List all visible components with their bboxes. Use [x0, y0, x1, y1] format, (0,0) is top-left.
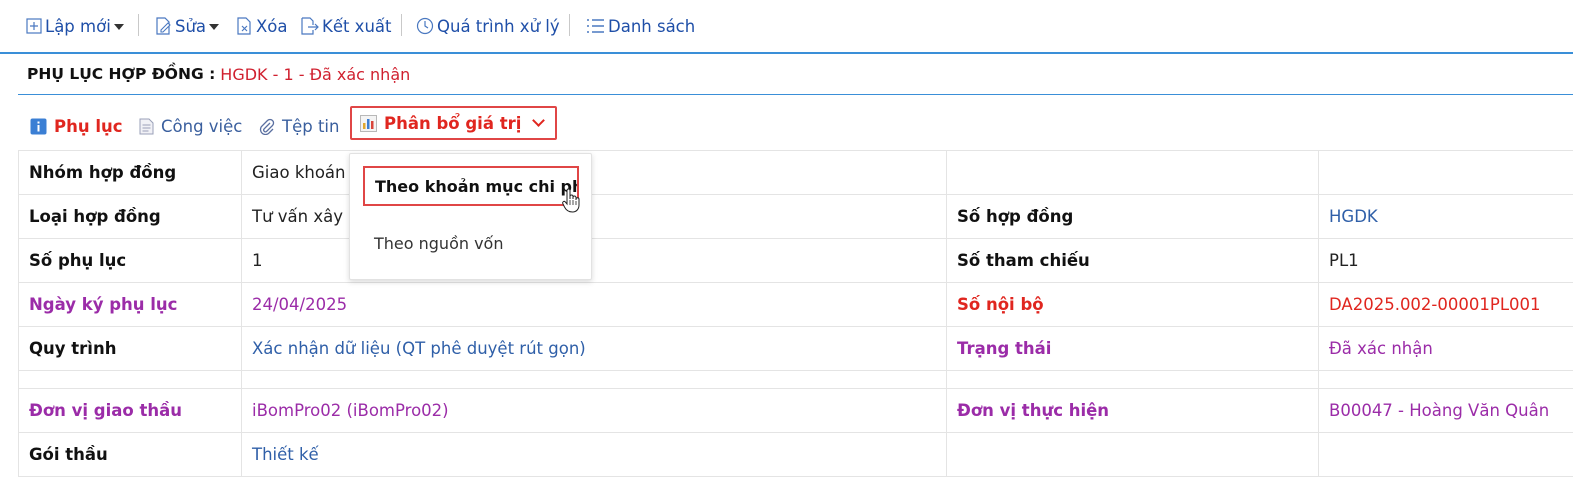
caret-down-icon [209, 24, 219, 30]
document-icon [139, 118, 154, 135]
new-button-label: Lập mới [45, 17, 111, 36]
chevron-down-icon [533, 114, 546, 127]
field-value: Thiết kế [242, 433, 947, 477]
clock-icon [416, 17, 434, 35]
spacer-cell [242, 371, 947, 389]
list-icon [585, 17, 605, 35]
field-label-empty [947, 433, 1319, 477]
tab-bar: Phụ lục Công việc Tệp tin Phân bổ giá tr… [18, 104, 1573, 150]
delete-button[interactable]: Xóa [236, 14, 288, 38]
field-value: DA2025.002-00001PL001 [1319, 283, 1573, 327]
menu-item-by-cost-item[interactable]: Theo khoản mục chi phí [363, 166, 579, 206]
field-label: Quy trình [19, 327, 242, 371]
process-history-button-label: Quá trình xử lý [437, 17, 560, 36]
field-label: Trạng thái [947, 327, 1319, 371]
field-value: B00047 - Hoàng Văn Quân [1319, 389, 1573, 433]
tab-value-allocation-label: Phân bổ giá trị [384, 114, 521, 133]
tab-value-allocation[interactable]: Phân bổ giá trị [350, 106, 557, 140]
table-row: Nhóm hợp đồng Giao khoán [19, 151, 1573, 195]
field-value: Xác nhận dữ liệu (QT phê duyệt rút gọn) [242, 327, 947, 371]
field-value-empty [1319, 433, 1573, 477]
field-label: Số hợp đồng [947, 195, 1319, 239]
field-label: Số tham chiếu [947, 239, 1319, 283]
field-label-empty [947, 151, 1319, 195]
tab-appendix[interactable]: Phụ lục [30, 104, 123, 148]
field-value: PL1 [1319, 239, 1573, 283]
field-value: 1 [242, 239, 947, 283]
page-title-label: PHỤ LỤC HỢP ĐỒNG : [27, 65, 215, 83]
export-button-label: Kết xuất [322, 17, 392, 36]
toolbar: Lập mới Sửa Xóa Kết xuất Quá trình xử lý [0, 0, 1573, 54]
table-row: Gói thầu Thiết kế [19, 433, 1573, 477]
field-label: Đơn vị thực hiện [947, 389, 1319, 433]
table-row: Số phụ lục 1 Số tham chiếu PL1 [19, 239, 1573, 283]
field-label: Loại hợp đồng [19, 195, 242, 239]
export-button[interactable]: Kết xuất [300, 14, 392, 38]
table-spacer-row [19, 371, 1573, 389]
field-label: Gói thầu [19, 433, 242, 477]
field-label: Ngày ký phụ lục [19, 283, 242, 327]
field-value-empty [1319, 151, 1573, 195]
list-button[interactable]: Danh sách [585, 14, 695, 38]
field-value: Tư vấn xây dựng [242, 195, 947, 239]
tab-tasks-label: Công việc [161, 117, 242, 136]
edit-button[interactable]: Sửa [155, 14, 219, 38]
field-value: iBomPro02 (iBomPro02) [242, 389, 947, 433]
spacer-cell [1319, 371, 1573, 389]
edit-doc-icon [155, 17, 172, 35]
spacer-cell [947, 371, 1319, 389]
toolbar-divider [569, 14, 570, 36]
table-row: Quy trình Xác nhận dữ liệu (QT phê duyệt… [19, 327, 1573, 371]
export-icon [300, 17, 319, 35]
field-value: Đã xác nhận [1319, 327, 1573, 371]
process-history-button[interactable]: Quá trình xử lý [416, 14, 560, 38]
page-title: PHỤ LỤC HỢP ĐỒNG : HGDK - 1 - Đã xác nhậ… [18, 54, 1573, 95]
field-value: 24/04/2025 [242, 283, 947, 327]
new-button[interactable]: Lập mới [26, 14, 124, 38]
table-row: Ngày ký phụ lục 24/04/2025 Số nội bộ DA2… [19, 283, 1573, 327]
field-value: HGDK [1319, 195, 1573, 239]
page-title-value: HGDK - 1 - Đã xác nhận [220, 65, 410, 84]
field-label: Số nội bộ [947, 283, 1319, 327]
plus-square-icon [26, 18, 42, 34]
table-row: Loại hợp đồng Tư vấn xây dựng Số hợp đồn… [19, 195, 1573, 239]
field-value: Giao khoán [242, 151, 947, 195]
tab-tasks[interactable]: Công việc [139, 104, 242, 148]
paperclip-icon [258, 118, 275, 135]
field-label: Nhóm hợp đồng [19, 151, 242, 195]
caret-down-icon [114, 24, 124, 30]
delete-button-label: Xóa [256, 17, 288, 36]
table-row: Đơn vị giao thầu iBomPro02 (iBomPro02) Đ… [19, 389, 1573, 433]
value-allocation-dropdown: Theo khoản mục chi phí Theo nguồn vốn [349, 153, 592, 280]
tab-files-label: Tệp tin [282, 117, 339, 136]
menu-item-by-capital-source[interactable]: Theo nguồn vốn [374, 234, 503, 253]
tab-appendix-label: Phụ lục [54, 117, 123, 136]
field-label: Đơn vị giao thầu [19, 389, 242, 433]
toolbar-divider [401, 14, 402, 36]
list-button-label: Danh sách [608, 17, 695, 36]
contract-info-table: Nhóm hợp đồng Giao khoán Loại hợp đồng T… [18, 150, 1573, 477]
spacer-cell [19, 371, 242, 389]
edit-button-label: Sửa [175, 17, 206, 36]
info-icon [30, 118, 47, 135]
toolbar-divider [138, 14, 139, 36]
hand-cursor-icon [562, 188, 580, 214]
bar-chart-icon [360, 115, 377, 132]
tab-files[interactable]: Tệp tin [258, 104, 339, 148]
field-label: Số phụ lục [19, 239, 242, 283]
delete-doc-icon [236, 17, 253, 35]
